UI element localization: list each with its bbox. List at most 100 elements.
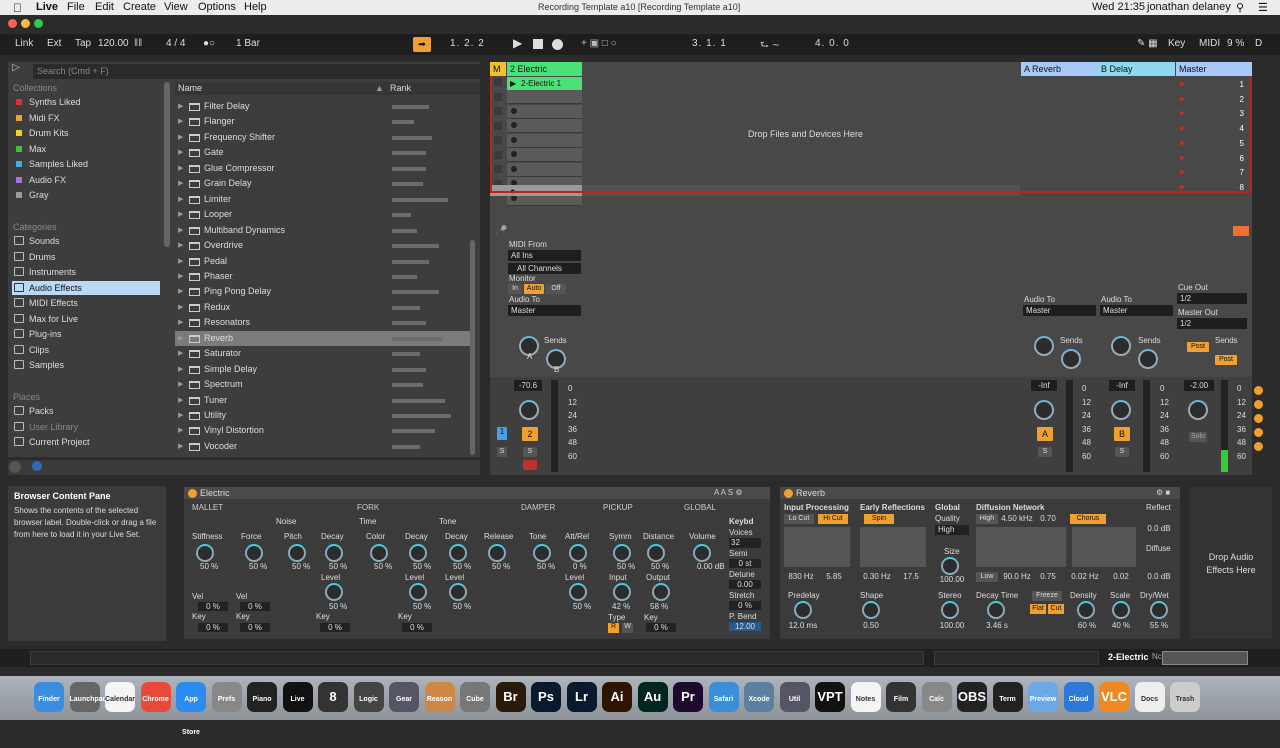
param-knob[interactable]: [409, 544, 427, 562]
collection-item[interactable]: Midi FX: [12, 111, 160, 125]
lo-q-value[interactable]: 5.85: [820, 572, 848, 581]
loop-icon[interactable]: ⮑ ∼: [760, 38, 780, 55]
dock-icon-launchpad[interactable]: Launchpad: [69, 682, 107, 712]
arrangement-position[interactable]: 1. 2. 2: [450, 38, 485, 49]
dock-icon-preview[interactable]: Preview: [1028, 682, 1058, 712]
scene-launch[interactable]: ▶ 8: [1178, 181, 1250, 194]
selected-scene-row[interactable]: [490, 185, 582, 196]
chorus-button[interactable]: Chorus: [1070, 514, 1106, 524]
clip-stop-square[interactable]: [494, 92, 502, 101]
return-b-send-b-knob[interactable]: [1138, 349, 1158, 369]
param-value[interactable]: 50 %: [292, 562, 310, 571]
play-icon[interactable]: ▶: [513, 36, 522, 50]
menu-view[interactable]: View: [164, 1, 188, 13]
sidebar-scrollbar[interactable]: [164, 82, 170, 247]
density-value[interactable]: 60 %: [1070, 621, 1104, 630]
category-item[interactable]: Max for Live: [12, 312, 160, 326]
flat-button[interactable]: Flat: [1030, 604, 1046, 614]
vel-value-2[interactable]: 0 %: [240, 602, 270, 611]
return-a-send-b-knob[interactable]: [1061, 349, 1081, 369]
browser-item[interactable]: ▶ Spectrum: [175, 377, 473, 392]
return-a-activator-button[interactable]: A: [1037, 427, 1053, 441]
shape-value[interactable]: 0.50: [854, 621, 888, 630]
expand-icon[interactable]: ▶: [178, 130, 183, 145]
loop-start[interactable]: 3. 1. 1: [692, 38, 727, 49]
pbend-value[interactable]: 12.00: [729, 622, 761, 631]
level-knob[interactable]: [325, 583, 343, 601]
input-value[interactable]: 42 %: [612, 602, 630, 611]
dock-icon-vlc[interactable]: VLC: [1099, 682, 1129, 712]
param-value[interactable]: 50 %: [374, 562, 392, 571]
expand-icon[interactable]: ▶: [178, 192, 183, 207]
key-map-button[interactable]: Key: [1168, 38, 1185, 49]
col-rank[interactable]: Rank: [390, 82, 411, 95]
expand-icon[interactable]: ▶: [178, 284, 183, 299]
key-value-3[interactable]: 0 %: [320, 623, 350, 632]
category-item[interactable]: Plug-ins: [12, 327, 160, 341]
dock-icon-gear[interactable]: Gear: [389, 682, 419, 712]
menu-options[interactable]: Options: [198, 1, 236, 13]
apple-icon[interactable]: : [13, 1, 22, 15]
param-knob[interactable]: [370, 544, 388, 562]
midi-from-dropdown[interactable]: All Ins: [508, 250, 581, 261]
search-input[interactable]: Search (Cmd + F): [33, 64, 480, 79]
category-item[interactable]: Audio Effects: [12, 280, 160, 295]
return-b-pan-knob[interactable]: [1111, 400, 1131, 420]
param-value[interactable]: 0 %: [573, 562, 587, 571]
expand-icon[interactable]: ▶: [178, 114, 183, 129]
collection-item[interactable]: Gray: [12, 188, 160, 202]
type-r-button[interactable]: R: [608, 623, 619, 633]
return-b-send-a-knob[interactable]: [1111, 336, 1131, 356]
key-value-1[interactable]: 0 %: [198, 623, 228, 632]
param-knob[interactable]: [449, 544, 467, 562]
return-a-pan-knob[interactable]: [1034, 400, 1054, 420]
dock-icon-docs[interactable]: Docs: [1134, 682, 1165, 712]
mixer-toggle-icon[interactable]: [1254, 428, 1263, 437]
low-freq[interactable]: 90.0 Hz: [1000, 572, 1034, 581]
solo-left[interactable]: S: [497, 447, 507, 457]
semi-value[interactable]: 0 st: [729, 559, 761, 568]
browser-item[interactable]: ▶ Phaser: [175, 269, 473, 284]
reflect-value[interactable]: 0.0 dB: [1142, 524, 1176, 533]
collection-item[interactable]: Samples Liked: [12, 157, 160, 171]
lo-freq-value[interactable]: 830 Hz: [784, 572, 818, 581]
link-button[interactable]: Link: [15, 38, 33, 49]
track-arm-button[interactable]: [523, 460, 537, 470]
cue-out-dropdown[interactable]: 1/2: [1177, 293, 1247, 304]
collection-item[interactable]: Audio FX: [12, 173, 160, 187]
er-amt-value[interactable]: 17.5: [896, 572, 926, 581]
return-a-audio-to-dropdown[interactable]: Master: [1023, 305, 1096, 316]
track-header-master[interactable]: Master: [1176, 62, 1252, 76]
expand-icon[interactable]: ▶: [178, 238, 183, 253]
crossfader-toggle-icon[interactable]: [1254, 442, 1263, 451]
dock-icon-calc[interactable]: Calc: [921, 682, 952, 712]
track-header-2-electric[interactable]: 2 Electric: [507, 62, 582, 76]
master-solo-button[interactable]: Solo: [1189, 432, 1207, 442]
expand-icon[interactable]: ▶: [178, 300, 183, 315]
loop-length[interactable]: 4. 0. 0: [815, 38, 850, 49]
dock-icon-vpt[interactable]: VPT: [815, 682, 845, 712]
browser-item[interactable]: ▶ Resonators: [175, 315, 473, 330]
metronome-icon[interactable]: ●○: [203, 38, 215, 49]
stop-icon[interactable]: [533, 39, 543, 49]
electric-power-icon[interactable]: [188, 489, 197, 498]
expand-icon[interactable]: ▶: [178, 362, 183, 377]
clip-slot[interactable]: [507, 90, 582, 104]
dock-icon-xcode[interactable]: Xcode: [744, 682, 774, 712]
dock-icon-util[interactable]: Util: [779, 682, 810, 712]
dock-icon-logic[interactable]: Logic: [353, 682, 384, 712]
clip-play-icon[interactable]: ▶: [510, 79, 516, 88]
browser-item[interactable]: ▶ Redux: [175, 300, 473, 315]
param-value[interactable]: 50 %: [413, 562, 431, 571]
param-knob[interactable]: [613, 544, 631, 562]
scene-launch[interactable]: ▶ 7: [1178, 166, 1250, 179]
col-name[interactable]: Name: [178, 82, 202, 95]
browser-item[interactable]: ▶ Vinyl Distortion: [175, 423, 473, 438]
expand-icon[interactable]: ▶: [178, 423, 183, 438]
expand-icon[interactable]: ▶: [178, 223, 183, 238]
reverb-header-icons[interactable]: ⚙ ■: [1156, 488, 1170, 497]
dock-icon-chrome[interactable]: Chrome: [140, 682, 171, 712]
drop-audio-effects-zone[interactable]: Drop Audio Effects Here: [1190, 487, 1272, 639]
dock-icon-br[interactable]: Br: [495, 682, 526, 712]
category-item[interactable]: Sounds: [12, 234, 160, 248]
